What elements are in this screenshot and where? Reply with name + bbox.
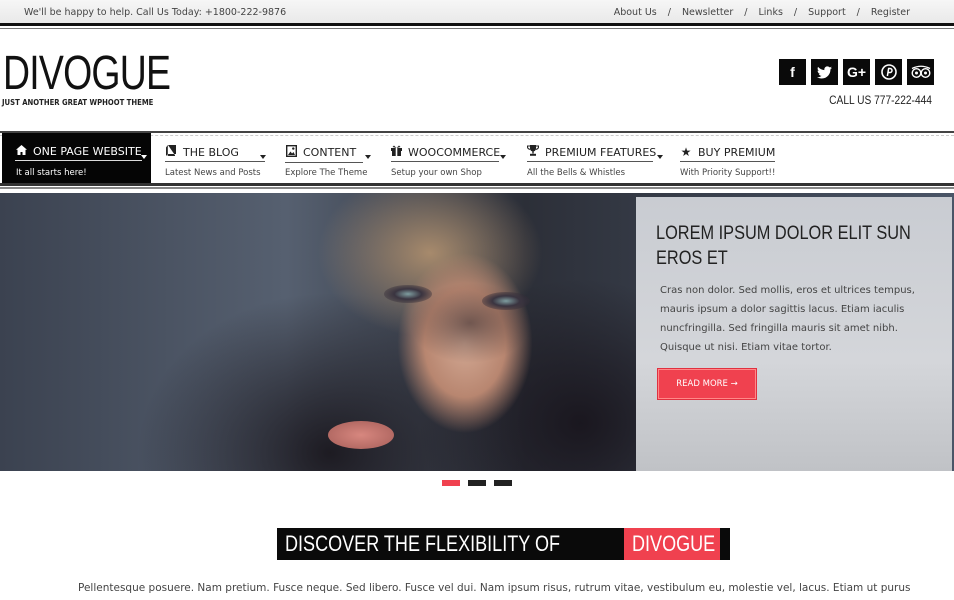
top-bar: We'll be happy to help. Call Us Today: +…	[0, 0, 954, 29]
call-us-number: CALL US 777-222-444	[829, 93, 932, 107]
social-icons: f G+	[779, 59, 934, 85]
nav-subtitle: Setup your own Shop	[391, 168, 482, 178]
chevron-down-icon	[141, 155, 147, 159]
slider-dot-1[interactable]	[442, 480, 460, 486]
slider-pagination	[442, 480, 512, 486]
topbar-message: We'll be happy to help. Call Us Today: +…	[24, 7, 287, 18]
heading-highlight: DIVOGUE	[624, 528, 721, 560]
top-link-links[interactable]: Links	[759, 7, 783, 18]
nav-item-woocommerce[interactable]: WOOCOMMERCE Setup your own Shop	[389, 133, 511, 183]
star-icon: ★	[680, 145, 692, 159]
hero-caption-panel: LOREM IPSUM DOLOR ELIT SUN EROS ET Cras …	[636, 197, 952, 471]
heading-highlight-text: DIVOGUE	[632, 531, 716, 556]
hero-image-eye	[384, 285, 432, 303]
nav-title: THE BLOG	[183, 145, 239, 159]
hero-image-lips	[328, 421, 394, 449]
nav-item-the-blog[interactable]: THE BLOG Latest News and Posts	[163, 133, 271, 183]
gift-icon	[391, 145, 402, 159]
heading-tail	[720, 528, 731, 560]
slider-dot-2[interactable]	[468, 480, 486, 486]
separator: /	[793, 7, 798, 18]
nav-item-premium-features[interactable]: PREMIUM FEATURES All the Bells & Whistle…	[526, 133, 666, 183]
pinterest-icon[interactable]	[875, 59, 902, 85]
nav-item-content[interactable]: CONTENT Explore The Theme	[283, 133, 378, 183]
hero-slider[interactable]: LOREM IPSUM DOLOR ELIT SUN EROS ET Cras …	[0, 193, 954, 471]
trophy-icon	[526, 145, 540, 159]
nav-item-one-page-website[interactable]: ONE PAGE WEBSITE It all starts here!	[2, 133, 151, 183]
nav-subtitle: Latest News and Posts	[165, 168, 261, 178]
top-link-register[interactable]: Register	[871, 7, 910, 18]
hero-image	[380, 193, 580, 471]
top-links: About Us / Newsletter / Links / Support …	[614, 7, 910, 18]
image-icon	[285, 144, 297, 160]
top-link-newsletter[interactable]: Newsletter	[682, 7, 733, 18]
section-heading: DISCOVER THE FLEXIBILITY OF DIVOGUE	[277, 528, 731, 560]
heading-prefix: DISCOVER THE FLEXIBILITY OF	[277, 528, 625, 560]
site-tagline: JUST ANOTHER GREAT WPHOOT THEME	[2, 98, 154, 107]
chevron-down-icon	[365, 155, 371, 159]
read-more-button[interactable]: READ MORE →	[657, 368, 757, 400]
intro-paragraph: Pellentesque posuere. Nam pretium. Fusce…	[78, 582, 911, 594]
site-logo[interactable]: DIVOGUE	[3, 50, 171, 98]
nav-subtitle: It all starts here!	[16, 168, 87, 178]
slider-dot-3[interactable]	[494, 480, 512, 486]
book-icon	[165, 145, 177, 159]
nav-subtitle: All the Bells & Whistles	[527, 168, 626, 178]
hero-title: LOREM IPSUM DOLOR ELIT SUN EROS ET	[656, 223, 911, 269]
separator: /	[667, 7, 671, 18]
separator: /	[744, 7, 748, 18]
chevron-down-icon	[657, 155, 663, 159]
chevron-down-icon	[260, 155, 266, 159]
nav-title: ONE PAGE WEBSITE	[33, 145, 142, 158]
main-nav: ONE PAGE WEBSITE It all starts here! THE…	[0, 131, 954, 189]
nav-title: BUY PREMIUM	[698, 145, 776, 159]
heading-prefix-text: DISCOVER THE FLEXIBILITY OF	[285, 531, 561, 556]
nav-subtitle: With Priority Support!!	[680, 168, 776, 178]
chevron-down-icon	[500, 155, 506, 159]
nav-title: WOOCOMMERCE	[408, 145, 501, 159]
facebook-icon[interactable]: f	[779, 59, 806, 85]
nav-title: CONTENT	[303, 146, 357, 159]
top-link-support[interactable]: Support	[808, 7, 846, 18]
home-icon	[15, 145, 27, 158]
nav-item-buy-premium[interactable]: ★ BUY PREMIUM With Priority Support!!	[679, 133, 779, 183]
separator: /	[856, 7, 860, 18]
tripadvisor-icon[interactable]	[907, 59, 934, 85]
top-link-about-us[interactable]: About Us	[614, 7, 657, 18]
hero-text: Cras non dolor. Sed mollis, eros et ultr…	[660, 285, 915, 353]
twitter-icon[interactable]	[811, 59, 838, 85]
nav-title: PREMIUM FEATURES	[545, 145, 657, 159]
hero-image-eye	[482, 292, 530, 310]
google-plus-icon[interactable]: G+	[843, 59, 870, 85]
nav-subtitle: Explore The Theme	[285, 168, 368, 178]
